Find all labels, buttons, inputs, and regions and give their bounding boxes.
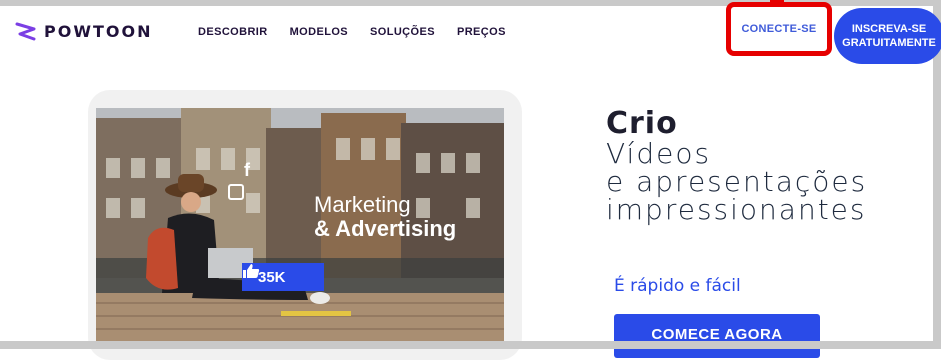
login-button[interactable]: CONECTE-SE bbox=[726, 2, 832, 56]
nav-modelos[interactable]: MODELOS bbox=[290, 26, 348, 38]
logo[interactable]: POWTOON bbox=[14, 20, 152, 42]
nav-descobrir[interactable]: DESCOBRIR bbox=[198, 26, 268, 38]
screen-frame-bottom bbox=[0, 341, 941, 349]
headline-line1: Crio bbox=[606, 106, 678, 141]
hero-subline: É rápido e fácil bbox=[614, 276, 741, 296]
instagram-icon bbox=[228, 184, 244, 200]
headline-line4: impressionantes bbox=[606, 193, 867, 226]
hero-image-subtitle: & Advertising bbox=[314, 216, 457, 241]
likes-badge: 35K bbox=[242, 263, 324, 291]
signup-line1: INSCREVA-SE bbox=[851, 23, 927, 35]
login-label: CONECTE-SE bbox=[741, 23, 817, 35]
start-now-button[interactable]: COMECE AGORA bbox=[614, 314, 820, 358]
headline-line2: Vídeos bbox=[606, 137, 712, 170]
signup-line2: GRATUITAMENTE bbox=[842, 37, 936, 49]
hero-image: f Marketing & Advertising 35K bbox=[96, 108, 504, 349]
hero-headline: Crio Vídeos e apresentações impressionan… bbox=[606, 108, 867, 224]
main-nav: DESCOBRIR MODELOS SOLUÇÕES PREÇOS bbox=[198, 26, 506, 38]
powtoon-logo-icon bbox=[14, 20, 38, 42]
hero-image-title: Marketing bbox=[314, 192, 411, 217]
facebook-icon: f bbox=[244, 160, 250, 180]
logo-text: POWTOON bbox=[44, 21, 153, 41]
nav-solucoes[interactable]: SOLUÇÕES bbox=[370, 26, 435, 38]
nav-precos[interactable]: PREÇOS bbox=[457, 26, 506, 38]
signup-button[interactable]: INSCREVA-SE GRATUITAMENTE bbox=[834, 8, 941, 64]
headline-line3: e apresentações bbox=[606, 165, 868, 198]
likes-count: 35K bbox=[258, 268, 286, 286]
